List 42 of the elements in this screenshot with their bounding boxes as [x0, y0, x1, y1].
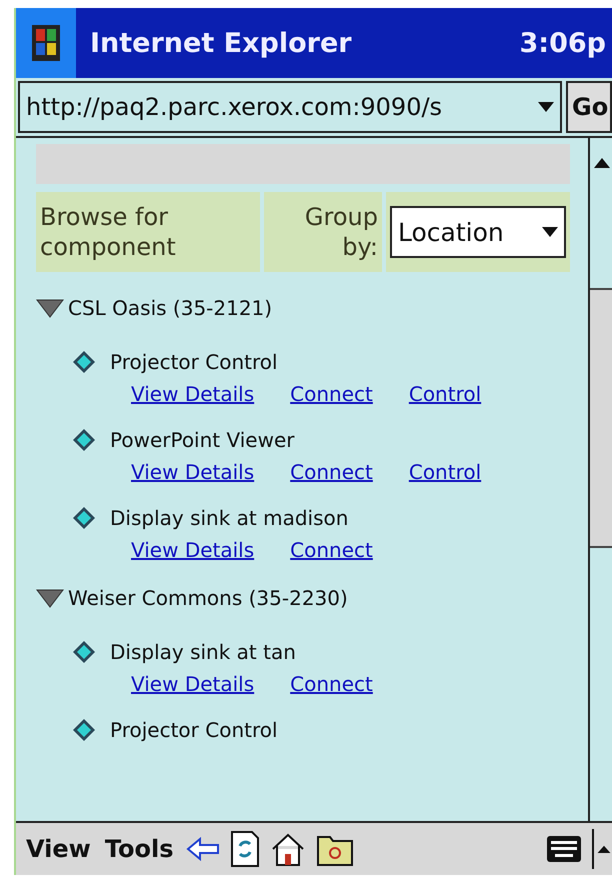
- menu-item[interactable]: Tools: [102, 835, 176, 863]
- diamond-icon: [72, 428, 96, 452]
- component-link[interactable]: View Details: [131, 538, 254, 562]
- location-heading: CSL Oasis (35-2121): [68, 296, 272, 320]
- expanded-triangle-icon[interactable]: [36, 298, 64, 318]
- back-arrow-icon[interactable]: [186, 837, 220, 861]
- dropdown-arrow-icon: [542, 227, 558, 237]
- expanded-triangle-icon[interactable]: [36, 588, 64, 608]
- refresh-icon[interactable]: [230, 830, 260, 868]
- menu-item[interactable]: View: [24, 835, 93, 863]
- dropdown-arrow-icon[interactable]: [538, 102, 554, 112]
- up-arrow-icon[interactable]: [592, 829, 612, 869]
- go-button[interactable]: Go: [566, 81, 612, 133]
- component-name: Display sink at madison: [110, 506, 348, 530]
- group-by-dropdown[interactable]: Location: [390, 206, 566, 258]
- component-name: Projector Control: [110, 718, 278, 742]
- group-by-label: Group by:: [304, 202, 378, 262]
- component-link[interactable]: View Details: [131, 672, 254, 696]
- diamond-icon: [72, 506, 96, 530]
- keyboard-icon[interactable]: [546, 835, 582, 863]
- home-icon[interactable]: [270, 831, 306, 867]
- component-name: PowerPoint Viewer: [110, 428, 294, 452]
- component-link[interactable]: Control: [408, 382, 482, 406]
- component-link[interactable]: Connect: [290, 382, 373, 406]
- component-link[interactable]: Connect: [290, 460, 373, 484]
- component-link[interactable]: View Details: [131, 460, 254, 484]
- address-field[interactable]: http://paq2.parc.xerox.com:9090/s: [18, 81, 562, 133]
- browse-label: Browse for component: [40, 202, 177, 262]
- diamond-icon: [72, 350, 96, 374]
- component-link[interactable]: Connect: [290, 538, 373, 562]
- component-name: Display sink at tan: [110, 640, 296, 664]
- component-link[interactable]: Connect: [290, 672, 373, 696]
- component-link[interactable]: View Details: [131, 382, 254, 406]
- clock-time: 3:06p: [520, 28, 606, 58]
- window-title: Internet Explorer: [90, 28, 353, 58]
- diamond-icon: [72, 640, 96, 664]
- component-name: Projector Control: [110, 350, 278, 374]
- location-heading: Weiser Commons (35-2230): [68, 586, 348, 610]
- diamond-icon: [72, 718, 96, 742]
- component-link[interactable]: Control: [408, 460, 482, 484]
- scroll-up-arrow-icon[interactable]: [592, 156, 612, 168]
- scrollbar[interactable]: [588, 138, 612, 821]
